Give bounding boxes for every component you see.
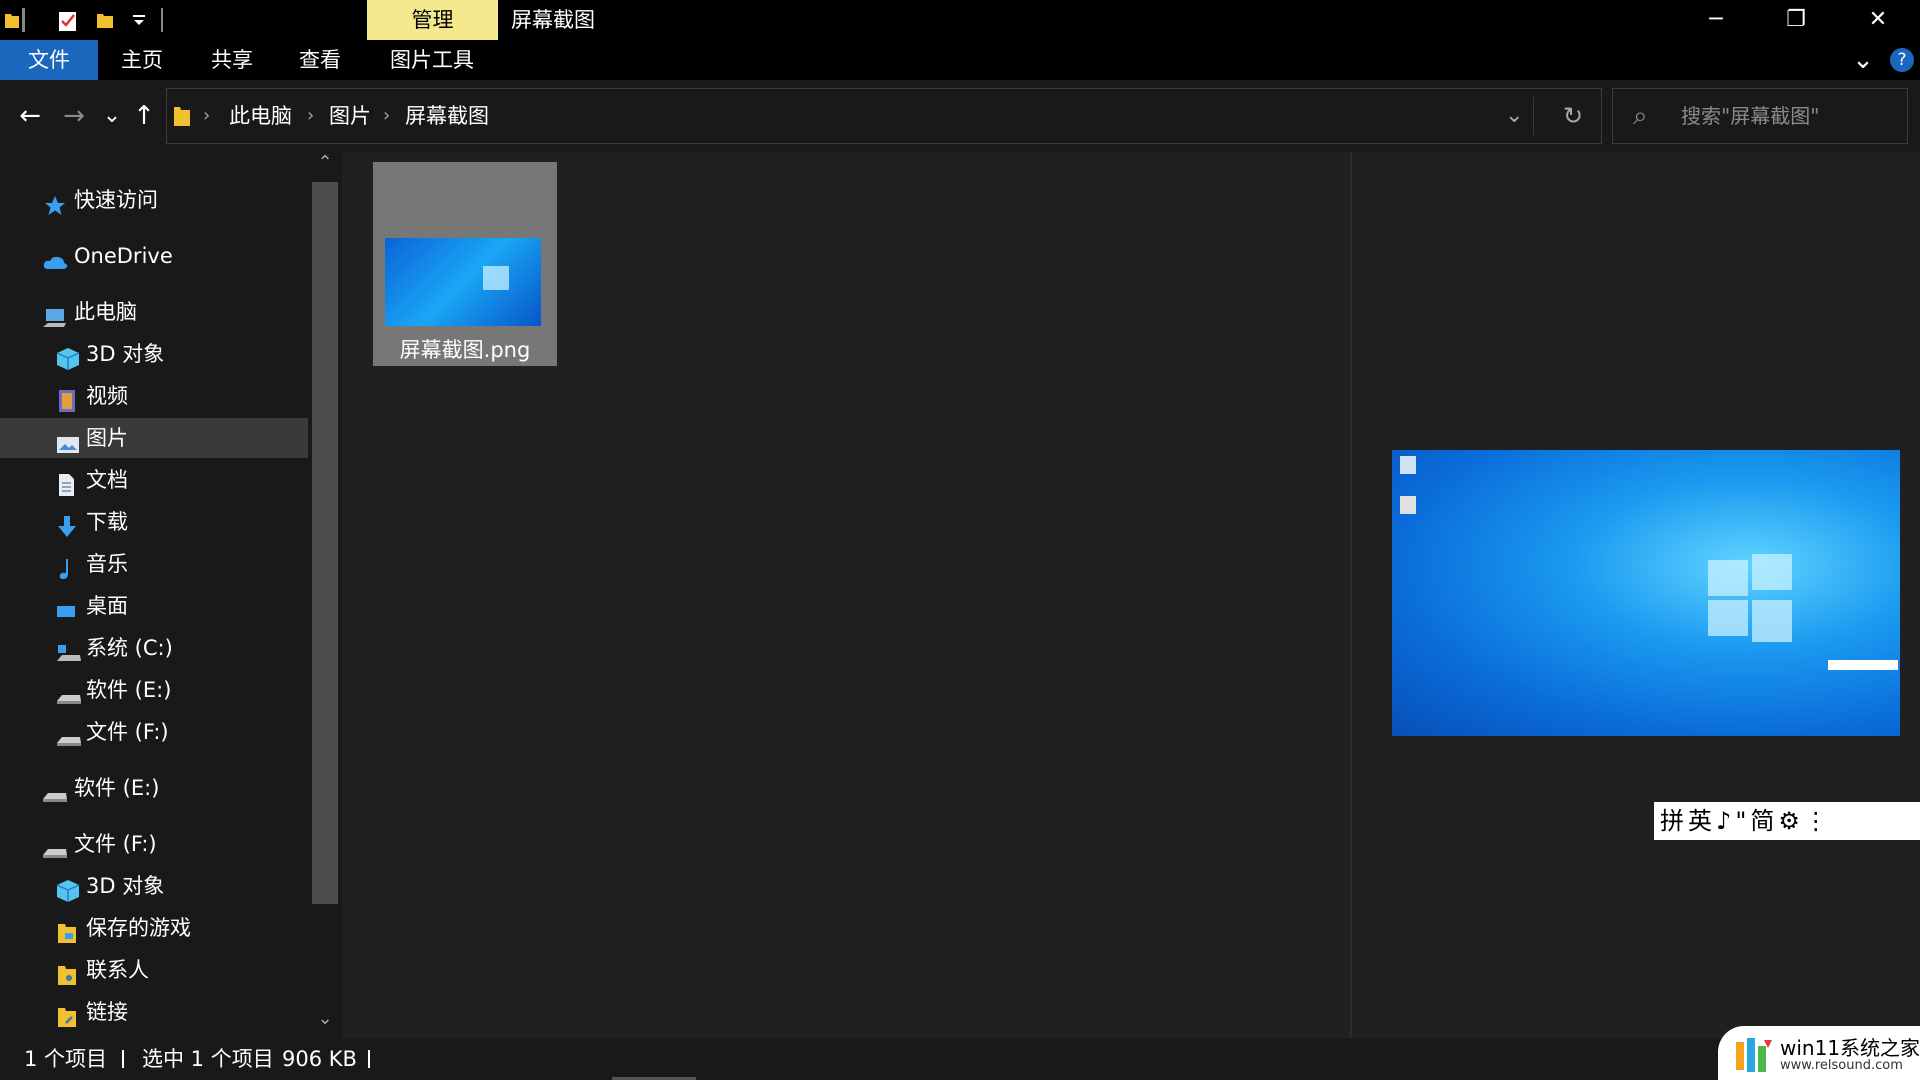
windows-logo <box>483 266 509 290</box>
item-count: 1 个项目 <box>24 1047 108 1071</box>
folder-icon <box>56 1002 78 1027</box>
ribbon-tabs: 文件 主页 共享 查看 图片工具 ⌄ ? <box>0 40 1920 80</box>
ime-toolbar-thumbnail <box>1828 660 1898 670</box>
folder-icon <box>4 10 20 30</box>
window-title: 屏幕截图 <box>511 8 595 32</box>
minimize-button[interactable]: ─ <box>1676 0 1756 40</box>
scroll-up-button[interactable]: ⌃ <box>310 152 340 173</box>
watermark-title: win11系统之家 <box>1780 1036 1920 1060</box>
star-icon <box>44 190 66 215</box>
breadcrumb-separator[interactable]: › <box>203 89 210 143</box>
selected-count: 选中 1 个项目 <box>142 1047 274 1071</box>
up-button[interactable]: ↑ <box>126 98 162 134</box>
drive-icon <box>56 722 81 746</box>
drive-icon <box>42 778 67 802</box>
status-bar: 1 个项目 选中 1 个项目 906 KB <box>0 1038 1920 1080</box>
windows-logo <box>1752 600 1792 642</box>
toolbar-separator <box>161 8 163 32</box>
breadcrumb-separator[interactable]: › <box>307 89 314 143</box>
file-thumbnail <box>385 238 541 326</box>
preview-pane: 拼英♪"简⚙⋮ <box>1352 152 1920 1038</box>
manage-tab[interactable]: 管理 <box>367 0 498 40</box>
download-icon <box>56 512 78 537</box>
divider <box>1533 97 1534 135</box>
cube-icon <box>56 876 80 902</box>
music-icon <box>56 554 78 579</box>
windows-logo <box>1708 560 1748 596</box>
address-dropdown-icon[interactable]: ⌄ <box>1505 89 1523 143</box>
refresh-button[interactable]: ↻ <box>1563 89 1583 143</box>
search-input[interactable]: 搜索"屏幕截图" <box>1681 89 1819 143</box>
nav-scroll-thumb[interactable] <box>312 182 338 904</box>
title-bar: 管理 屏幕截图 ─ ❐ ✕ <box>0 0 1920 40</box>
selected-size: 906 KB <box>282 1047 357 1071</box>
folder-icon <box>56 960 78 985</box>
folder-icon <box>173 103 191 131</box>
document-icon <box>56 470 78 496</box>
close-button[interactable]: ✕ <box>1838 0 1918 40</box>
site-watermark: win11系统之家 www.relsound.com <box>1718 1026 1920 1080</box>
system-drive-icon <box>56 638 81 661</box>
tab-view[interactable]: 查看 <box>282 40 358 80</box>
drive-icon <box>56 680 81 704</box>
drive-icon <box>42 834 67 858</box>
tab-home[interactable]: 主页 <box>104 40 180 80</box>
video-icon <box>56 386 78 412</box>
desktop-shortcut-icon <box>1400 456 1416 474</box>
customize-quick-access-icon[interactable] <box>131 12 147 32</box>
status-separator <box>368 1050 370 1068</box>
expand-ribbon-icon[interactable]: ⌄ <box>1846 40 1880 80</box>
search-box[interactable]: ⌕ 搜索"屏幕截图" <box>1612 88 1908 144</box>
forward-button[interactable]: → <box>56 98 92 134</box>
cloud-icon <box>42 246 68 269</box>
windows-logo <box>1708 600 1748 636</box>
toolbar-separator <box>22 8 25 32</box>
desktop-icon <box>56 596 78 617</box>
breadcrumb-this-pc[interactable]: 此电脑 <box>229 89 292 143</box>
cube-icon <box>56 344 80 370</box>
tab-picture-tools[interactable]: 图片工具 <box>374 40 490 80</box>
tab-share[interactable]: 共享 <box>194 40 270 80</box>
address-bar[interactable]: › 此电脑 › 图片 › 屏幕截图 ⌄ ↻ <box>166 88 1602 144</box>
new-folder-icon[interactable] <box>96 10 113 30</box>
search-icon: ⌕ <box>1633 101 1648 131</box>
back-button[interactable]: ← <box>12 98 48 134</box>
restore-button[interactable]: ❐ <box>1756 0 1836 40</box>
folder-icon <box>56 918 78 943</box>
ime-toolbar[interactable]: 拼英♪"简⚙⋮ <box>1654 802 1920 840</box>
file-name: 屏幕截图.png <box>399 338 531 362</box>
computer-icon <box>42 302 66 327</box>
breadcrumb-separator[interactable]: › <box>383 89 390 143</box>
tab-file[interactable]: 文件 <box>0 40 98 80</box>
file-list[interactable]: 屏幕截图.png <box>342 152 1350 1038</box>
address-row: ← → ⌄ ↑ › 此电脑 › 图片 › 屏幕截图 ⌄ ↻ ⌕ 搜索"屏幕截图" <box>0 80 1920 152</box>
breadcrumb-screenshots[interactable]: 屏幕截图 <box>405 89 489 143</box>
navigation-pane: 快速访问 OneDrive 此电脑 3D 对象 视频 图片 文档 下载 音乐 桌… <box>0 152 342 1038</box>
help-icon[interactable]: ? <box>1890 48 1914 72</box>
selected-item-highlight <box>0 418 308 458</box>
watermark-logo-icon <box>1734 1036 1774 1074</box>
breadcrumb-pictures[interactable]: 图片 <box>329 89 371 143</box>
windows-logo <box>1752 554 1792 590</box>
status-separator <box>122 1050 124 1068</box>
desktop-shortcut-icon <box>1400 496 1416 514</box>
watermark-url: www.relsound.com <box>1780 1058 1903 1073</box>
file-item[interactable]: 屏幕截图.png <box>373 162 557 366</box>
picture-icon <box>56 428 79 453</box>
properties-icon[interactable] <box>58 10 76 31</box>
recent-locations-button[interactable]: ⌄ <box>94 98 130 134</box>
scroll-down-button[interactable]: ⌄ <box>310 1008 340 1029</box>
image-preview <box>1392 450 1900 736</box>
